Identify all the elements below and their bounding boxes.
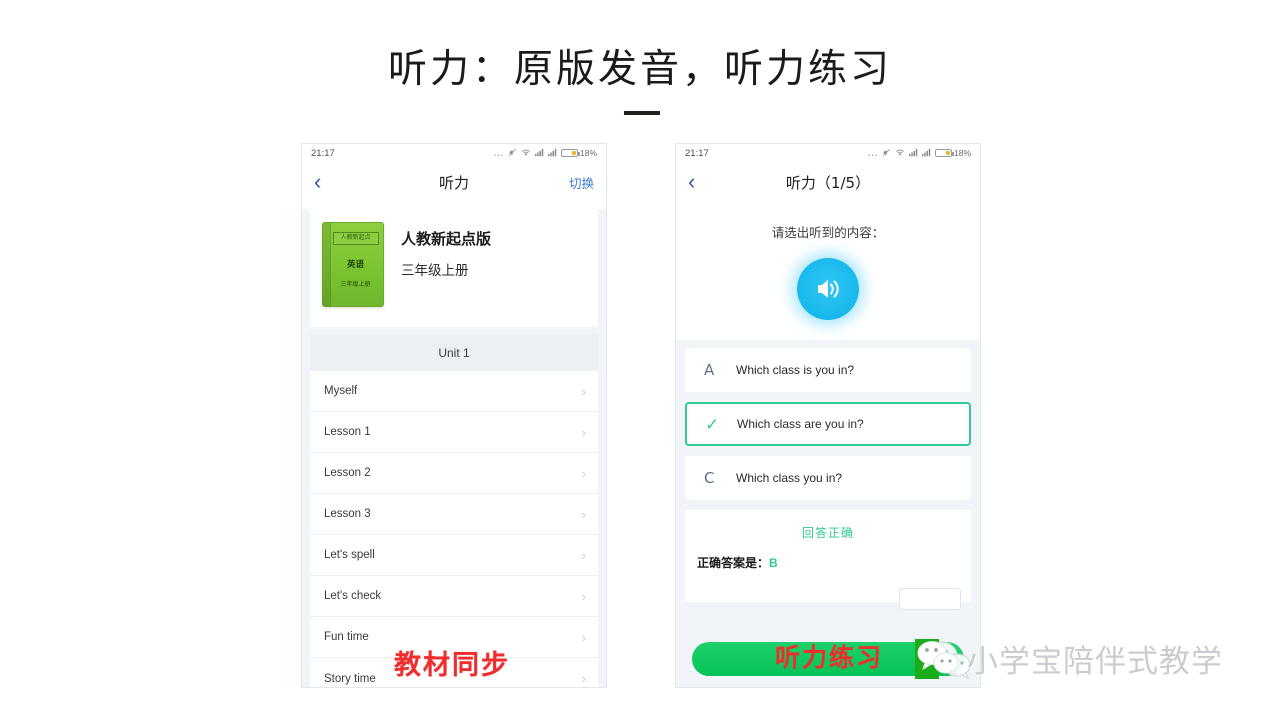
signal-icon-secondary (547, 148, 557, 159)
result-status: 回答正确 (801, 526, 854, 540)
slide-root: 听力：原版发音，听力练习 21:17 … 18% ‹ 听力 切换 人教新起点 英… (0, 0, 1280, 720)
lesson-label: Lesson 3 (324, 508, 371, 520)
quiz-prompt: 请选出听到的内容： (771, 226, 885, 240)
speaker-icon[interactable] (797, 258, 859, 320)
option-text: Which class is you in? (736, 363, 855, 377)
status-icons: … 18% (493, 148, 597, 159)
signal-icon (908, 148, 918, 159)
textbook-card[interactable]: 人教新起点 英语 三年级上册 人教新起点版 三年级上册 (310, 209, 598, 327)
status-time: 21:17 (311, 147, 335, 159)
chevron-right-icon: › (581, 671, 586, 686)
list-item[interactable]: Fun time › (310, 617, 598, 658)
back-icon[interactable]: ‹ (688, 171, 714, 193)
textbook-grade: 三年级上册 (401, 263, 469, 279)
result-next-box[interactable] (899, 588, 961, 610)
mute-icon (882, 148, 891, 159)
back-icon[interactable]: ‹ (314, 171, 340, 193)
wifi-icon (895, 148, 905, 159)
lesson-label: Let's check (324, 590, 382, 602)
list-item[interactable]: Lesson 3 › (310, 494, 598, 535)
mute-icon (508, 148, 517, 159)
nav-title-left: 听力 (438, 173, 469, 192)
nav-title-right: 听力（1/5） (785, 173, 871, 192)
nav-bar-right: ‹ 听力（1/5） (676, 162, 980, 202)
option-text: Which class are you in? (737, 417, 864, 431)
chevron-right-icon: › (581, 465, 586, 481)
result-card: 回答正确 正确答案是：B (685, 510, 971, 610)
list-item[interactable]: Lesson 2 › (310, 453, 598, 494)
book-cover-image: 人教新起点 英语 三年级上册 (322, 222, 384, 307)
lesson-label: Myself (324, 385, 358, 397)
chevron-right-icon: › (581, 629, 586, 645)
more-dots-icon: … (492, 147, 504, 159)
signal-icon-secondary (921, 148, 931, 159)
battery-percent: 18% (953, 148, 971, 158)
option-text: Which class you in? (736, 471, 843, 485)
signal-icon (534, 148, 544, 159)
lesson-browser: 人教新起点 英语 三年级上册 人教新起点版 三年级上册 Unit 1 Mysel… (302, 209, 606, 687)
battery-icon: 18% (560, 148, 597, 158)
answer-options: A Which class is you in? ✓ Which class a… (676, 340, 980, 500)
phone-screenshot-right: 21:17 … 18% ‹ 听力（1/5） 请选出听到的内容： A Which … (675, 143, 981, 688)
watermark-text: 小学宝陪伴式教学 (967, 644, 1223, 680)
list-item[interactable]: Lesson 1 › (310, 412, 598, 453)
option-letter: A (704, 361, 715, 379)
correct-answer-value: B (769, 556, 778, 570)
book-cover-subject: 英语 (346, 259, 364, 269)
answer-option-c[interactable]: C Which class you in? (685, 456, 971, 500)
status-icons: … 18% (867, 148, 971, 159)
switch-button[interactable]: 切换 (569, 173, 594, 192)
answer-option-b-selected[interactable]: ✓ Which class are you in? (685, 402, 971, 446)
wifi-icon (521, 148, 531, 159)
lesson-label: Lesson 2 (324, 467, 371, 479)
chevron-right-icon: › (581, 424, 586, 440)
textbook-title: 人教新起点版 (401, 230, 492, 248)
page-title: 听力：原版发音，听力练习 (387, 47, 892, 92)
list-item[interactable]: Story time › (310, 658, 598, 687)
title-divider (624, 111, 660, 115)
battery-percent: 18% (579, 148, 597, 158)
lesson-label: Lesson 1 (324, 426, 371, 438)
chevron-right-icon: › (581, 383, 586, 399)
lesson-label: Story time (324, 672, 376, 685)
more-dots-icon: … (866, 147, 878, 159)
lesson-label: Fun time (324, 631, 369, 643)
chevron-right-icon: › (581, 506, 586, 522)
lesson-list: Myself › Lesson 1 › Lesson 2 › Lesson 3 … (310, 371, 598, 687)
correct-answer-line: 正确答案是：B (697, 554, 959, 571)
chevron-right-icon: › (581, 547, 586, 563)
check-icon: ✓ (705, 414, 720, 434)
status-bar-right: 21:17 … 18% (676, 144, 980, 162)
footer-watermark: 小学宝陪伴式教学 (915, 636, 1223, 681)
option-letter: C (704, 469, 715, 487)
chevron-right-icon: › (581, 588, 586, 604)
status-bar-left: 21:17 … 18% (302, 144, 606, 162)
wechat-logo (915, 638, 961, 679)
nav-bar-left: ‹ 听力 切换 (302, 162, 606, 202)
battery-icon: 18% (934, 148, 971, 158)
unit-header: Unit 1 (310, 334, 598, 371)
textbook-meta: 人教新起点版 三年级上册 (401, 222, 491, 279)
answer-option-a[interactable]: A Which class is you in? (685, 348, 971, 392)
book-cover-publisher: 人教新起点 (332, 232, 379, 245)
list-item[interactable]: Let's spell › (310, 535, 598, 576)
book-cover-grade: 三年级上册 (340, 282, 371, 288)
correct-answer-label: 正确答案是： (697, 556, 770, 570)
lesson-label: Let's spell (324, 549, 375, 561)
list-item[interactable]: Let's check › (310, 576, 598, 617)
list-item[interactable]: Myself › (310, 371, 598, 412)
status-time: 21:17 (685, 147, 709, 159)
phone-screenshot-left: 21:17 … 18% ‹ 听力 切换 人教新起点 英语 三年级上册 人教新起点… (301, 143, 607, 688)
listening-quiz: 请选出听到的内容： A Which class is you in? ✓ Whi… (676, 202, 980, 687)
quiz-audio-section: 请选出听到的内容： (676, 202, 980, 340)
